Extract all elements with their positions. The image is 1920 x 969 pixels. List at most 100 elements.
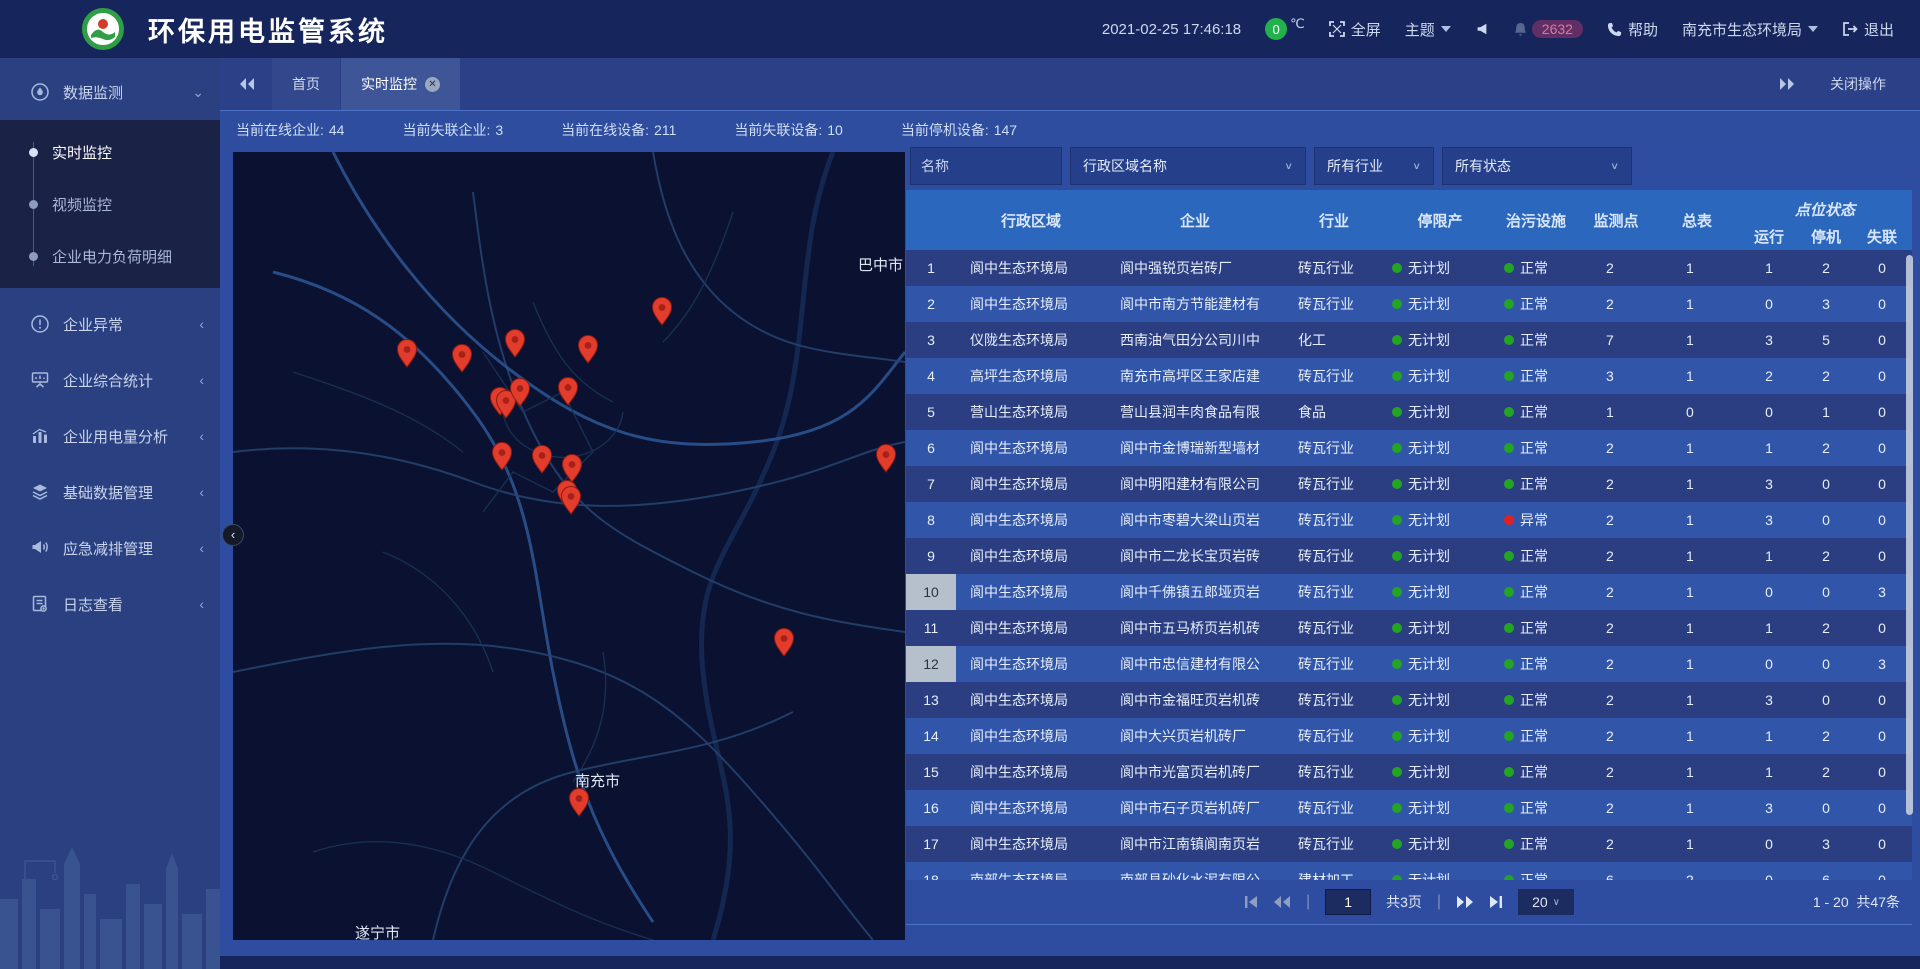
fullscreen-button[interactable]: 全屏 [1329,19,1381,40]
map-pin[interactable] [506,330,525,358]
table-row[interactable]: 9 阆中生态环境局 阆中市二龙长宝页岩砖 砖瓦行业 无计划 正常 2 1 1 2… [906,538,1912,574]
notification-bell[interactable]: 2632 [1513,20,1583,38]
sidebar-item-data-monitoring[interactable]: 数据监测 ⌄ [0,64,220,120]
phone-icon [1607,22,1622,37]
table-row[interactable]: 7 阆中生态环境局 阆中明阳建材有限公司 砖瓦行业 无计划 正常 2 1 3 0… [906,466,1912,502]
close-operations-button[interactable]: 关闭操作 [1830,74,1886,94]
table-row[interactable]: 13 阆中生态环境局 阆中市金福旺页岩机砖 砖瓦行业 无计划 正常 2 1 3 … [906,682,1912,718]
next-page-button[interactable] [1456,895,1474,909]
column-header-company: 企业 [1180,210,1210,231]
chevron-down-icon [1808,26,1818,32]
last-page-button[interactable] [1489,895,1503,909]
table-row[interactable]: 5 营山生态环境局 营山县润丰肉食品有限 食品 无计划 正常 1 0 0 1 0 [906,394,1912,430]
table-row[interactable]: 18 南部生态环境局 南部县砂化水泥有限公 建材加工 无计划 正常 6 2 0 … [906,862,1912,880]
sidebar-item-emergency-reduction[interactable]: 应急减排管理 ‹ [0,520,220,576]
tabs-scroll-right-button[interactable] [1779,77,1796,91]
region-cell: 阆中生态环境局 [956,430,1106,466]
region-cell: 阆中生态环境局 [956,646,1106,682]
page-size-select[interactable]: 20∨ [1518,889,1574,915]
map-pin[interactable] [877,445,896,473]
chevron-down-icon: ∨ [1610,160,1619,171]
first-page-button[interactable] [1244,895,1258,909]
table-row[interactable]: 2 阆中生态环境局 阆中市南方节能建材有 砖瓦行业 无计划 正常 2 1 0 3… [906,286,1912,322]
status-filter-select[interactable]: 所有状态∨ [1442,147,1632,185]
production-limit-cell: 无计划 [1384,358,1496,394]
table-row[interactable]: 4 高坪生态环境局 南充市高坪区王家店建 砖瓦行业 无计划 正常 3 1 2 2… [906,358,1912,394]
sidebar-item-realtime-monitoring[interactable]: 实时监控 [0,126,220,178]
table-scrollbar[interactable] [1906,255,1913,815]
tab-home[interactable]: 首页 [272,58,341,110]
sidebar-item-power-load-detail[interactable]: 企业电力负荷明细 [0,230,220,282]
sound-toggle[interactable] [1475,22,1489,36]
table-row[interactable]: 6 阆中生态环境局 阆中市金博瑞新型墙材 砖瓦行业 无计划 正常 2 1 1 2… [906,430,1912,466]
tab-close-icon[interactable]: ✕ [425,77,440,92]
offline-cell: 3 [1852,646,1912,682]
map-pin[interactable] [563,455,582,483]
region-cell: 阆中生态环境局 [956,718,1106,754]
column-header-production-limit: 停限产 [1417,210,1462,231]
logout-button[interactable]: 退出 [1842,19,1894,40]
sidebar-item-power-usage-analysis[interactable]: 企业用电量分析 ‹ [0,408,220,464]
page-number-input[interactable] [1325,889,1371,915]
theme-dropdown[interactable]: 主题 [1405,19,1451,40]
sidebar-item-enterprise-abnormal[interactable]: 企业异常 ‹ [0,296,220,352]
double-chevron-left-icon [238,77,255,91]
pollution-facility-cell: 正常 [1496,250,1576,286]
table-row[interactable]: 12 阆中生态环境局 阆中市忠信建材有限公 砖瓦行业 无计划 正常 2 1 0 … [906,646,1912,682]
map-pin[interactable] [398,340,417,368]
industry-filter-select[interactable]: 所有行业∨ [1314,147,1434,185]
sidebar-item-log-view[interactable]: 日志查看 ‹ [0,576,220,632]
table-row[interactable]: 1 阆中生态环境局 阆中强锐页岩砖厂 砖瓦行业 无计划 正常 2 1 1 2 0 [906,250,1912,286]
double-chevron-right-icon [1779,77,1796,91]
row-number-cell: 1 [906,250,956,286]
table-row[interactable]: 8 阆中生态环境局 阆中市枣碧大梁山页岩 砖瓦行业 无计划 异常 2 1 3 0… [906,502,1912,538]
row-number-cell: 14 [906,718,956,754]
map-collapse-button[interactable]: ‹ [222,524,244,546]
chevron-down-icon: ∨ [1553,897,1560,908]
status-dot [1504,803,1514,813]
row-number-cell: 6 [906,430,956,466]
total-meters-cell: 1 [1656,250,1738,286]
table-row[interactable]: 17 阆中生态环境局 阆中市江南镇阆南页岩 砖瓦行业 无计划 正常 2 1 0 … [906,826,1912,862]
sidebar-item-base-data[interactable]: 基础数据管理 ‹ [0,464,220,520]
org-dropdown[interactable]: 南充市生态环境局 [1682,19,1818,40]
map-panel[interactable]: 巴中市南充市遂宁市 [233,152,905,940]
map-pin[interactable] [579,336,598,364]
running-cell: 0 [1738,574,1800,610]
table-row[interactable]: 14 阆中生态环境局 阆中大兴页岩机砖厂 砖瓦行业 无计划 正常 2 1 1 2… [906,718,1912,754]
tabs-scroll-left-button[interactable] [220,58,272,110]
sidebar-item-enterprise-statistics[interactable]: 企业综合统计 ‹ [0,352,220,408]
map-pin[interactable] [775,629,794,657]
name-filter-input[interactable] [910,147,1062,185]
running-cell: 3 [1738,466,1800,502]
region-cell: 阆中生态环境局 [956,610,1106,646]
map-pin[interactable] [570,789,589,817]
prev-page-button[interactable] [1273,895,1291,909]
chevron-left-icon: ‹ [199,596,204,612]
map-pin[interactable] [453,345,472,373]
table-row[interactable]: 15 阆中生态环境局 阆中市光富页岩机砖厂 砖瓦行业 无计划 正常 2 1 1 … [906,754,1912,790]
table-row[interactable]: 11 阆中生态环境局 阆中市五马桥页岩机砖 砖瓦行业 无计划 正常 2 1 1 … [906,610,1912,646]
status-dot [1504,623,1514,633]
monitor-points-cell: 2 [1576,790,1656,826]
map-pin[interactable] [559,378,578,406]
help-button[interactable]: 帮助 [1607,19,1658,40]
chevron-left-icon: ‹ [199,484,204,500]
table-row[interactable]: 10 阆中生态环境局 阆中千佛镇五郎垭页岩 砖瓦行业 无计划 正常 2 1 0 … [906,574,1912,610]
region-filter-select[interactable]: 行政区域名称∨ [1070,147,1306,185]
table-row[interactable]: 3 仪陇生态环境局 西南油气田分公司川中 化工 无计划 正常 7 1 3 5 0 [906,322,1912,358]
region-cell: 阆中生态环境局 [956,286,1106,322]
sidebar-item-video-monitoring[interactable]: 视频监控 [0,178,220,230]
total-meters-cell: 1 [1656,682,1738,718]
status-dot [1392,767,1402,777]
row-number-cell: 15 [906,754,956,790]
monitor-points-cell: 2 [1576,430,1656,466]
tab-realtime-monitoring[interactable]: 实时监控 ✕ [341,58,461,110]
map-pin[interactable] [562,487,581,515]
first-page-icon [1244,895,1258,909]
map-pin[interactable] [493,443,512,471]
total-meters-cell: 1 [1656,466,1738,502]
table-row[interactable]: 16 阆中生态环境局 阆中市石子页岩机砖厂 砖瓦行业 无计划 正常 2 1 3 … [906,790,1912,826]
map-pin[interactable] [533,446,552,474]
map-pin[interactable] [653,298,672,326]
